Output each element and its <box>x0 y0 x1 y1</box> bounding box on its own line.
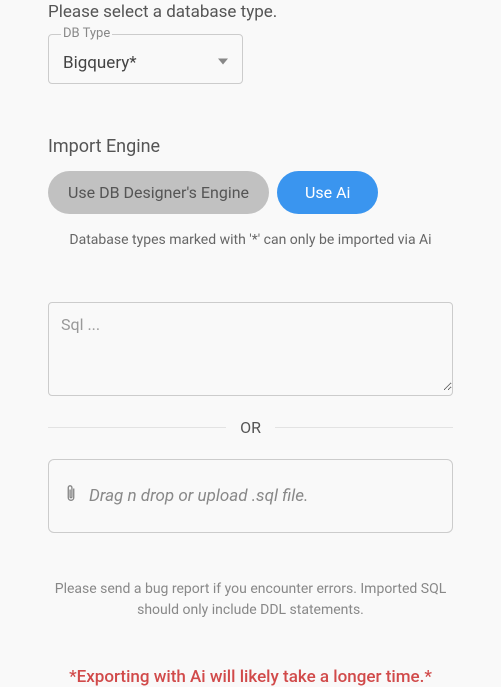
import-engine-title: Import Engine <box>48 136 453 157</box>
use-db-designer-button[interactable]: Use DB Designer's Engine <box>48 171 269 214</box>
drop-text: Drag n drop or upload .sql file. <box>89 486 308 506</box>
select-db-prompt: Please select a database type. <box>48 0 453 22</box>
file-drop-zone[interactable]: Drag n drop or upload .sql file. <box>48 459 453 533</box>
chevron-down-icon <box>218 50 228 69</box>
sql-input-container <box>48 302 453 396</box>
db-type-select[interactable]: DB Type Bigquery* <box>48 34 243 84</box>
engine-hint: Database types marked with '*' can only … <box>48 232 453 248</box>
bug-report-note: Please send a bug report if you encounte… <box>48 579 453 621</box>
engine-button-group: Use DB Designer's Engine Use Ai <box>48 171 453 214</box>
db-type-floating-label: DB Type <box>61 26 112 41</box>
divider-line-left <box>48 427 226 428</box>
use-ai-button[interactable]: Use Ai <box>277 171 378 214</box>
divider-line-right <box>275 427 453 428</box>
db-type-value: Bigquery* <box>63 53 137 73</box>
sql-textarea[interactable] <box>49 303 452 391</box>
or-label: OR <box>240 418 261 437</box>
attachment-icon <box>65 484 77 508</box>
or-divider: OR <box>48 418 453 437</box>
ai-export-warning: *Exporting with Ai will likely take a lo… <box>48 667 453 687</box>
